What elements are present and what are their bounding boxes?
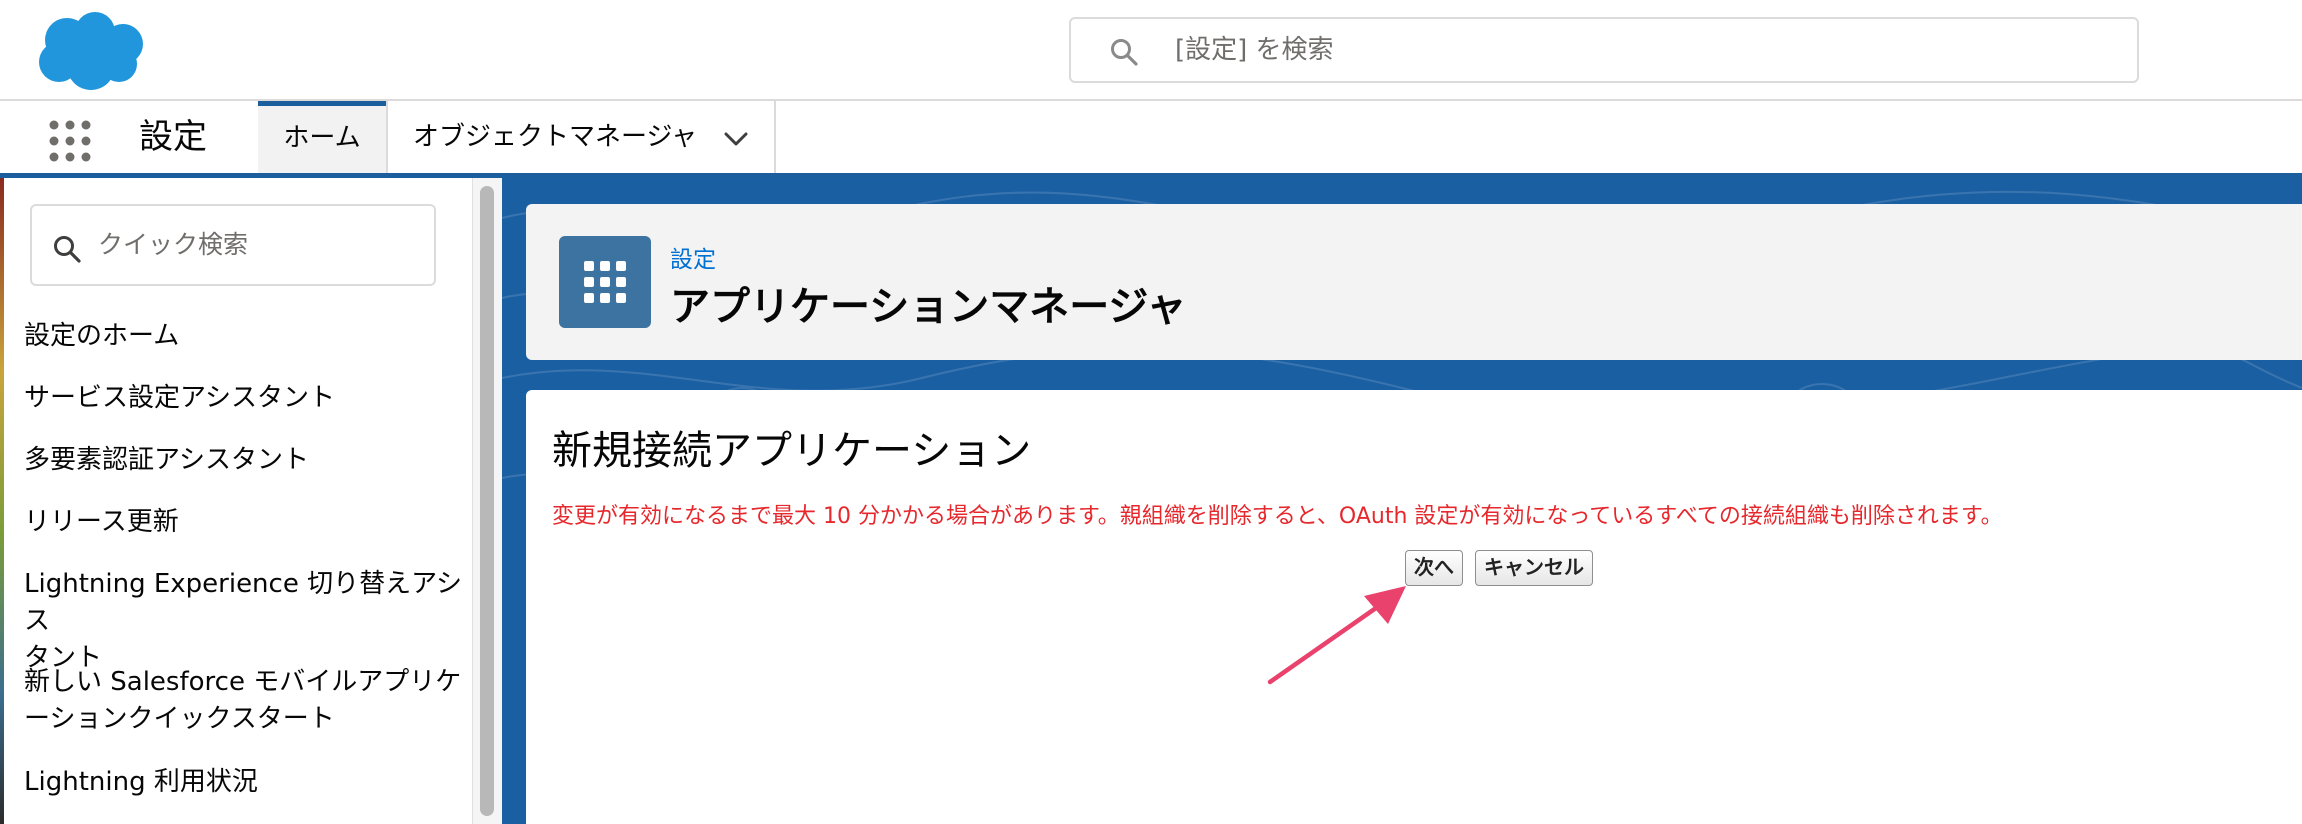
breadcrumb[interactable]: 設定 — [670, 240, 716, 274]
global-header: [設定] を検索 — [0, 0, 2302, 101]
tab-home[interactable]: ホーム — [258, 101, 386, 173]
quick-find-placeholder: クイック検索 — [98, 230, 249, 259]
sidebar-item-mfa-assistant[interactable]: 多要素認証アシスタント — [24, 442, 474, 479]
page-header: 設定 アプリケーションマネージャ — [526, 204, 2302, 360]
warning-message: 変更が有効になるまで最大 10 分かかる場合があります。親組織を削除すると、OA… — [552, 504, 2003, 529]
sidebar-item-lightning-transition-assistant[interactable]: Lightning Experience 切り替えアシス タント — [24, 566, 474, 677]
tab-home-label: ホーム — [283, 123, 361, 153]
sidebar-item-label: 多要素認証アシスタント — [24, 445, 309, 475]
salesforce-setup-app: [設定] を検索 設定 ホーム オブジェクトマネージャ クイック検索 設定のホー… — [0, 0, 2302, 824]
cancel-button[interactable]: キャンセル — [1475, 550, 1593, 586]
sidebar-item-label: サービス設定アシスタント — [24, 383, 335, 413]
context-bar: 設定 ホーム オブジェクトマネージャ — [0, 101, 2302, 178]
sidebar-item-label: 設定のホーム — [24, 321, 180, 351]
sidebar-item-release-updates[interactable]: リリース更新 — [24, 504, 474, 541]
sidebar-scrollbar[interactable] — [472, 178, 502, 824]
tab-object-manager[interactable]: オブジェクトマネージャ — [386, 101, 776, 173]
app-launcher-icon[interactable] — [48, 119, 92, 163]
sidebar-item-label-line2: ーションクイックスタート — [24, 704, 335, 734]
setup-sidebar: クイック検索 設定のホーム サービス設定アシスタント 多要素認証アシスタント リ… — [4, 178, 472, 824]
chevron-down-icon[interactable] — [722, 125, 750, 153]
search-placeholder: [設定] を検索 — [1175, 35, 1334, 65]
sidebar-item-lightning-usage[interactable]: Lightning 利用状況 — [24, 764, 474, 801]
sidebar-item-label: リリース更新 — [24, 507, 179, 537]
main-content: 設定 アプリケーションマネージャ 新規接続アプリケーション 変更が有効になるまで… — [502, 178, 2302, 824]
sidebar-item-label-line1: Lightning Experience 切り替えアシス — [24, 569, 463, 636]
sidebar-item-service-setup-assistant[interactable]: サービス設定アシスタント — [24, 380, 474, 417]
sidebar-item-setup-home[interactable]: 設定のホーム — [24, 318, 474, 355]
sidebar-item-label: Lightning 利用状況 — [24, 767, 258, 797]
global-search-input[interactable]: [設定] を検索 — [1069, 17, 2139, 83]
quick-find-input[interactable]: クイック検索 — [30, 204, 436, 286]
page-title: アプリケーションマネージャ — [670, 284, 1187, 330]
search-icon — [54, 236, 81, 263]
app-manager-icon — [559, 236, 651, 328]
tab-object-manager-label: オブジェクトマネージャ — [413, 122, 698, 152]
sidebar-item-label-line1: 新しい Salesforce モバイルアプリケ — [24, 667, 462, 697]
salesforce-cloud-logo-icon[interactable] — [31, 10, 149, 92]
annotation-arrow-icon — [1267, 586, 1406, 685]
section-title: 新規接続アプリケーション — [552, 428, 1032, 474]
grid-icon — [584, 261, 626, 303]
app-name: 設定 — [139, 117, 207, 157]
search-icon — [1111, 39, 1138, 66]
sidebar-item-mobile-app-quickstart[interactable]: 新しい Salesforce モバイルアプリケ ーションクイックスタート — [24, 664, 474, 738]
sidebar-scrollbar-thumb[interactable] — [480, 186, 494, 816]
